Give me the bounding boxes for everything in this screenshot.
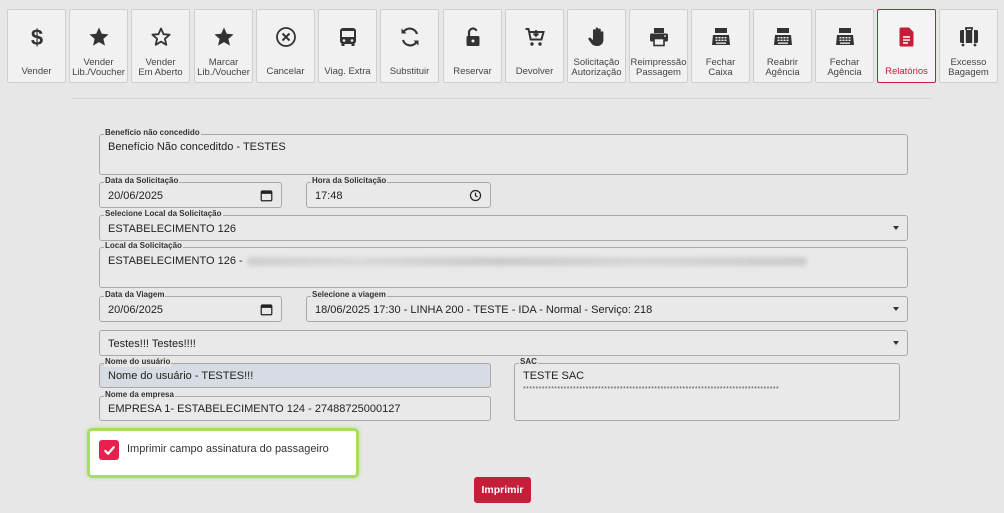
viagem-select-value: 18/06/2025 17:30 - LINHA 200 - TESTE - I… <box>315 304 653 316</box>
signature-checkbox[interactable] <box>99 440 119 460</box>
signature-checkbox-highlight: Imprimir campo assinatura do passageiro <box>87 428 359 478</box>
toolbar-button-marcar-lib-voucher[interactable]: Marcar Lib./Voucher <box>194 9 253 83</box>
data-viagem-label: Data da Viagem <box>104 290 166 300</box>
calendar-icon[interactable] <box>260 189 273 202</box>
nome-usuario-label: Nome do usuário <box>104 357 172 367</box>
data-solicitacao-value: 20/06/2025 <box>108 190 164 202</box>
toolbar-button-reabrir-agência[interactable]: Reabrir Agência <box>753 9 812 83</box>
hora-solicitacao-label: Hora da Solicitação <box>311 176 388 186</box>
toolbar-button-vender-em-aberto[interactable]: Vender Em Aberto <box>131 9 190 83</box>
local-solicitacao-field[interactable]: Local da Solicitação ESTABELECIMENTO 126… <box>99 241 908 288</box>
toolbar-button-label: Reabrir Agência <box>765 57 800 78</box>
sac-textarea[interactable]: SAC TESTE SAC **************************… <box>514 357 900 421</box>
toolbar-button-label: Reservar <box>453 66 492 77</box>
toolbar-button-label: Vender Lib./Voucher <box>72 57 125 78</box>
divider <box>72 98 932 99</box>
toolbar-button-label: Solicitação Autorização <box>571 57 622 78</box>
toolbar-button-label: Substituir <box>389 66 430 77</box>
sac-label: SAC <box>519 357 538 367</box>
toolbar-button-substituir[interactable]: Substituir <box>380 9 439 83</box>
toolbar-button-cancelar[interactable]: Cancelar <box>256 9 315 83</box>
toolbar-button-reimpressão-passagem[interactable]: Reimpressão Passagem <box>629 9 688 83</box>
toolbar-button-label: Vender Em Aberto <box>138 57 183 78</box>
printer-icon <box>630 24 687 50</box>
toolbar-button-label: Fechar Agência <box>827 57 862 78</box>
toolbar-button-label: Vender <box>21 66 52 77</box>
close-circle-icon <box>257 24 314 50</box>
toolbar-button-label: Excesso Bagagem <box>948 57 989 78</box>
data-solicitacao-input[interactable]: Data da Solicitação 20/06/2025 <box>99 176 282 208</box>
data-solicitacao-label: Data da Solicitação <box>104 176 180 186</box>
viagem-select[interactable]: Selecione a viagem 18/06/2025 17:30 - LI… <box>306 290 908 322</box>
local-solicitacao-select[interactable]: Selecione Local da Solicitação ESTABELEC… <box>99 209 908 241</box>
cash-register-icon <box>816 24 873 50</box>
nome-usuario-field[interactable]: Nome do usuário Nome do usuário - TESTES… <box>99 357 491 388</box>
beneficio-label: Benefício não concedido <box>104 128 201 138</box>
chevron-down-icon <box>893 341 899 345</box>
redacted-address <box>246 256 807 266</box>
local-value: ESTABELECIMENTO 126 - <box>108 255 243 267</box>
hora-solicitacao-value: 17:48 <box>315 190 343 202</box>
sac-value: TESTE SAC <box>523 370 585 382</box>
print-button[interactable]: Imprimir <box>474 477 531 503</box>
calendar-icon[interactable] <box>260 303 273 316</box>
motivo-select[interactable]: Testes!!! Testes!!!! <box>99 330 908 356</box>
signature-checkbox-label: Imprimir campo assinatura do passageiro <box>127 443 329 455</box>
report-icon <box>878 24 935 50</box>
motivo-select-value: Testes!!! Testes!!!! <box>108 338 196 350</box>
chevron-down-icon <box>893 307 899 311</box>
cash-register-icon <box>692 24 749 50</box>
unlock-icon <box>444 24 501 50</box>
viagem-select-label: Selecione a viagem <box>311 290 387 300</box>
star-outline-icon <box>132 24 189 50</box>
toolbar-button-solicitação-autorização[interactable]: Solicitação Autorização <box>567 9 626 83</box>
toolbar-button-fechar-agência[interactable]: Fechar Agência <box>815 9 874 83</box>
toolbar-button-label: Relatórios <box>885 66 928 77</box>
local-select-label: Selecione Local da Solicitação <box>104 209 223 219</box>
hora-solicitacao-input[interactable]: Hora da Solicitação 17:48 <box>306 176 491 208</box>
toolbar-button-reservar[interactable]: Reservar <box>443 9 502 83</box>
beneficio-value: Benefício Não conceditdo - TESTES <box>108 141 286 153</box>
star-filled-icon <box>195 24 252 50</box>
nome-empresa-value: EMPRESA 1- ESTABELECIMENTO 124 - 2748872… <box>108 403 401 415</box>
toolbar-button-devolver[interactable]: Devolver <box>505 9 564 83</box>
toolbar-button-viag-extra[interactable]: Viag. Extra <box>318 9 377 83</box>
toolbar-button-label: Viag. Extra <box>324 66 371 77</box>
clock-icon[interactable] <box>469 189 482 202</box>
beneficio-field[interactable]: Benefício não concedido Benefício Não co… <box>99 128 908 175</box>
toolbar-button-relatórios[interactable]: Relatórios <box>877 9 936 83</box>
sync-icon <box>381 24 438 50</box>
toolbar: $ Vender Vender Lib./Voucher Vender Em Aber… <box>0 0 1004 88</box>
cart-return-icon <box>506 24 563 50</box>
toolbar-button-label: Reimpressão Passagem <box>630 57 687 78</box>
star-filled-icon <box>70 24 127 50</box>
toolbar-button-label: Marcar Lib./Voucher <box>197 57 250 78</box>
bus-icon <box>319 24 376 50</box>
dollar-icon: $ <box>8 24 65 50</box>
toolbar-button-vender-lib-voucher[interactable]: Vender Lib./Voucher <box>69 9 128 83</box>
local-select-value: ESTABELECIMENTO 126 <box>108 223 236 235</box>
toolbar-button-fechar-caixa[interactable]: Fechar Caixa <box>691 9 750 83</box>
check-icon <box>103 445 115 455</box>
svg-text:$: $ <box>30 25 42 49</box>
nome-usuario-value: Nome do usuário - TESTES!!! <box>108 370 254 382</box>
local-value-wrap: ESTABELECIMENTO 126 - <box>108 255 807 267</box>
data-viagem-value: 20/06/2025 <box>108 304 164 316</box>
toolbar-button-label: Cancelar <box>266 66 305 77</box>
luggage-icon <box>940 24 997 50</box>
data-viagem-input[interactable]: Data da Viagem 20/06/2025 <box>99 290 282 322</box>
toolbar-button-label: Fechar Caixa <box>705 57 736 78</box>
nome-empresa-label: Nome da empresa <box>104 390 175 400</box>
nome-empresa-field[interactable]: Nome da empresa EMPRESA 1- ESTABELECIMEN… <box>99 390 491 421</box>
toolbar-button-vender[interactable]: $ Vender <box>7 9 66 83</box>
cash-register-icon <box>754 24 811 50</box>
chevron-down-icon <box>893 226 899 230</box>
local-label: Local da Solicitação <box>104 241 183 251</box>
hand-icon <box>568 24 625 50</box>
sac-mask: ****************************************… <box>523 386 780 393</box>
toolbar-button-label: Devolver <box>515 66 554 77</box>
toolbar-button-excesso-bagagem[interactable]: Excesso Bagagem <box>939 9 998 83</box>
